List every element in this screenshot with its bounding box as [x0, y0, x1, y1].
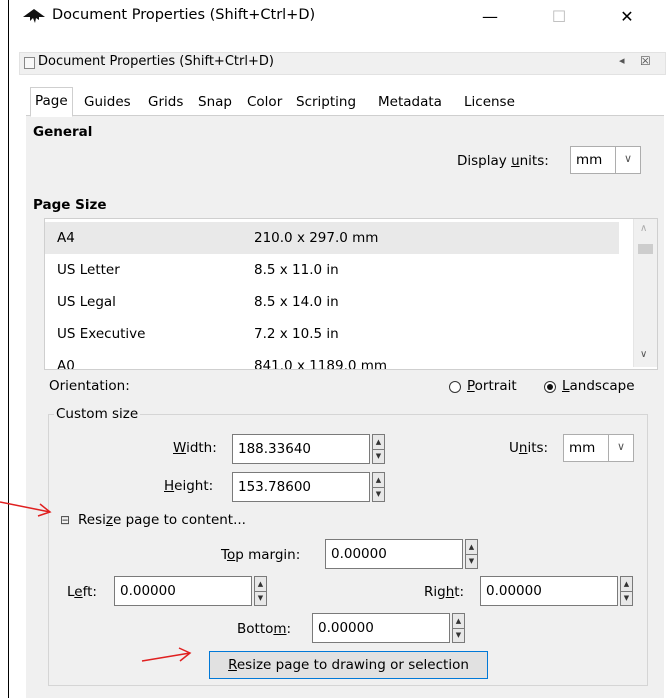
window-left-border: [8, 0, 9, 698]
triangle-up-icon[interactable]: ▲: [373, 435, 384, 450]
height-label: Height:: [164, 478, 214, 494]
tab-guides[interactable]: Guides: [80, 89, 135, 115]
display-units-label: Display units:: [457, 153, 549, 169]
page-size-name: A4: [57, 230, 75, 246]
units-select[interactable]: mm ∨: [563, 434, 634, 462]
right-margin-input[interactable]: 0.00000: [480, 576, 618, 606]
inkscape-logo-icon: [23, 9, 45, 25]
orientation-label: Orientation:: [49, 378, 130, 394]
triangle-up-icon[interactable]: ▲: [621, 577, 632, 592]
tab-strip-border: [26, 115, 664, 116]
page-size-name: US Executive: [57, 326, 146, 342]
page-size-dimensions: 210.0 x 297.0 mm: [254, 230, 379, 246]
close-button[interactable]: ✕: [607, 2, 647, 32]
chevron-down-icon[interactable]: ∨: [640, 349, 647, 360]
page-size-heading: Page Size: [33, 197, 107, 213]
tab-grids[interactable]: Grids: [144, 89, 187, 115]
page-size-scrollbar[interactable]: ∧ ∨: [633, 219, 657, 367]
window-title: Document Properties (Shift+Ctrl+D): [52, 7, 316, 23]
tab-page[interactable]: Page: [30, 87, 73, 117]
bottom-margin-stepper[interactable]: ▲ ▼: [452, 613, 465, 643]
resize-to-content-expander[interactable]: Resize page to content...: [78, 512, 246, 528]
page-size-dimensions: 8.5 x 14.0 in: [254, 294, 339, 310]
page-size-list[interactable]: A4 210.0 x 297.0 mm US Letter 8.5 x 11.0…: [44, 218, 658, 370]
units-value: mm: [569, 440, 596, 456]
chevron-down-icon: ∨: [615, 147, 640, 173]
annotation-arrow-icon: [141, 647, 192, 662]
page-size-name: US Legal: [57, 294, 116, 310]
list-item[interactable]: US Legal 8.5 x 14.0 in: [45, 286, 619, 318]
triangle-up-icon[interactable]: ▲: [255, 577, 266, 592]
triangle-down-icon[interactable]: ▼: [466, 554, 477, 568]
page-size-dimensions: 7.2 x 10.5 in: [254, 326, 339, 342]
maximize-button[interactable]: ☐: [539, 2, 579, 32]
resize-page-to-drawing-button[interactable]: Resize page to drawing or selection: [209, 651, 488, 679]
general-heading: General: [33, 124, 93, 140]
triangle-down-icon[interactable]: ▼: [453, 628, 464, 642]
dock-title: Document Properties (Shift+Ctrl+D): [38, 54, 274, 69]
display-units-select[interactable]: mm ∨: [570, 146, 641, 174]
bottom-margin-label: Bottom:: [237, 621, 292, 637]
tab-color[interactable]: Color: [243, 89, 286, 115]
tab-license[interactable]: License: [460, 89, 519, 115]
width-stepper[interactable]: ▲ ▼: [372, 434, 385, 464]
landscape-label[interactable]: Landscape: [562, 378, 635, 394]
triangle-up-icon[interactable]: ▲: [373, 473, 384, 488]
display-units-value: mm: [576, 152, 603, 168]
left-margin-label: Left:: [67, 584, 97, 600]
document-properties-icon: [24, 57, 35, 69]
page-size-dimensions: 8.5 x 11.0 in: [254, 262, 339, 278]
height-input[interactable]: 153.78600: [232, 472, 370, 502]
bottom-margin-input[interactable]: 0.00000: [312, 613, 450, 643]
scrollbar-thumb[interactable]: [638, 244, 653, 254]
tab-snap[interactable]: Snap: [194, 89, 236, 115]
list-item[interactable]: A0 841.0 x 1189.0 mm: [45, 350, 619, 370]
custom-size-legend: Custom size: [54, 406, 141, 422]
chevron-down-icon: ∨: [608, 435, 633, 461]
triangle-down-icon[interactable]: ▼: [621, 591, 632, 605]
tab-metadata[interactable]: Metadata: [374, 89, 446, 115]
portrait-radio[interactable]: [449, 381, 461, 393]
triangle-up-icon[interactable]: ▲: [453, 614, 464, 629]
float-dock-icon[interactable]: ◂: [619, 54, 625, 67]
top-margin-input[interactable]: 0.00000: [325, 539, 463, 569]
page-size-dimensions: 841.0 x 1189.0 mm: [254, 358, 388, 370]
height-stepper[interactable]: ▲ ▼: [372, 472, 385, 502]
triangle-down-icon[interactable]: ▼: [373, 487, 384, 501]
width-input[interactable]: 188.33640: [232, 434, 370, 464]
tab-scripting[interactable]: Scripting: [292, 89, 360, 115]
width-label: Width:: [173, 440, 217, 456]
left-margin-input[interactable]: 0.00000: [114, 576, 252, 606]
landscape-radio[interactable]: [544, 381, 556, 393]
right-margin-label: Right:: [424, 584, 465, 600]
triangle-down-icon[interactable]: ▼: [373, 449, 384, 463]
list-item[interactable]: A4 210.0 x 297.0 mm: [45, 222, 619, 254]
list-item[interactable]: US Letter 8.5 x 11.0 in: [45, 254, 619, 286]
portrait-label[interactable]: Portrait: [467, 378, 517, 394]
annotation-arrow-icon: [0, 501, 52, 517]
close-dock-icon[interactable]: ☒: [640, 54, 651, 68]
triangle-down-icon[interactable]: ▼: [255, 591, 266, 605]
units-label: Units:: [509, 440, 549, 456]
list-item[interactable]: US Executive 7.2 x 10.5 in: [45, 318, 619, 350]
expander-collapse-icon[interactable]: ⊟: [60, 513, 70, 527]
page-size-name: A0: [57, 358, 75, 370]
right-margin-stepper[interactable]: ▲ ▼: [620, 576, 633, 606]
chevron-up-icon[interactable]: ∧: [640, 223, 647, 234]
top-margin-stepper[interactable]: ▲ ▼: [465, 539, 478, 569]
triangle-up-icon[interactable]: ▲: [466, 540, 477, 555]
left-margin-stepper[interactable]: ▲ ▼: [254, 576, 267, 606]
top-margin-label: Top margin:: [221, 547, 301, 563]
minimize-button[interactable]: —: [470, 2, 510, 32]
page-size-name: US Letter: [57, 262, 120, 278]
